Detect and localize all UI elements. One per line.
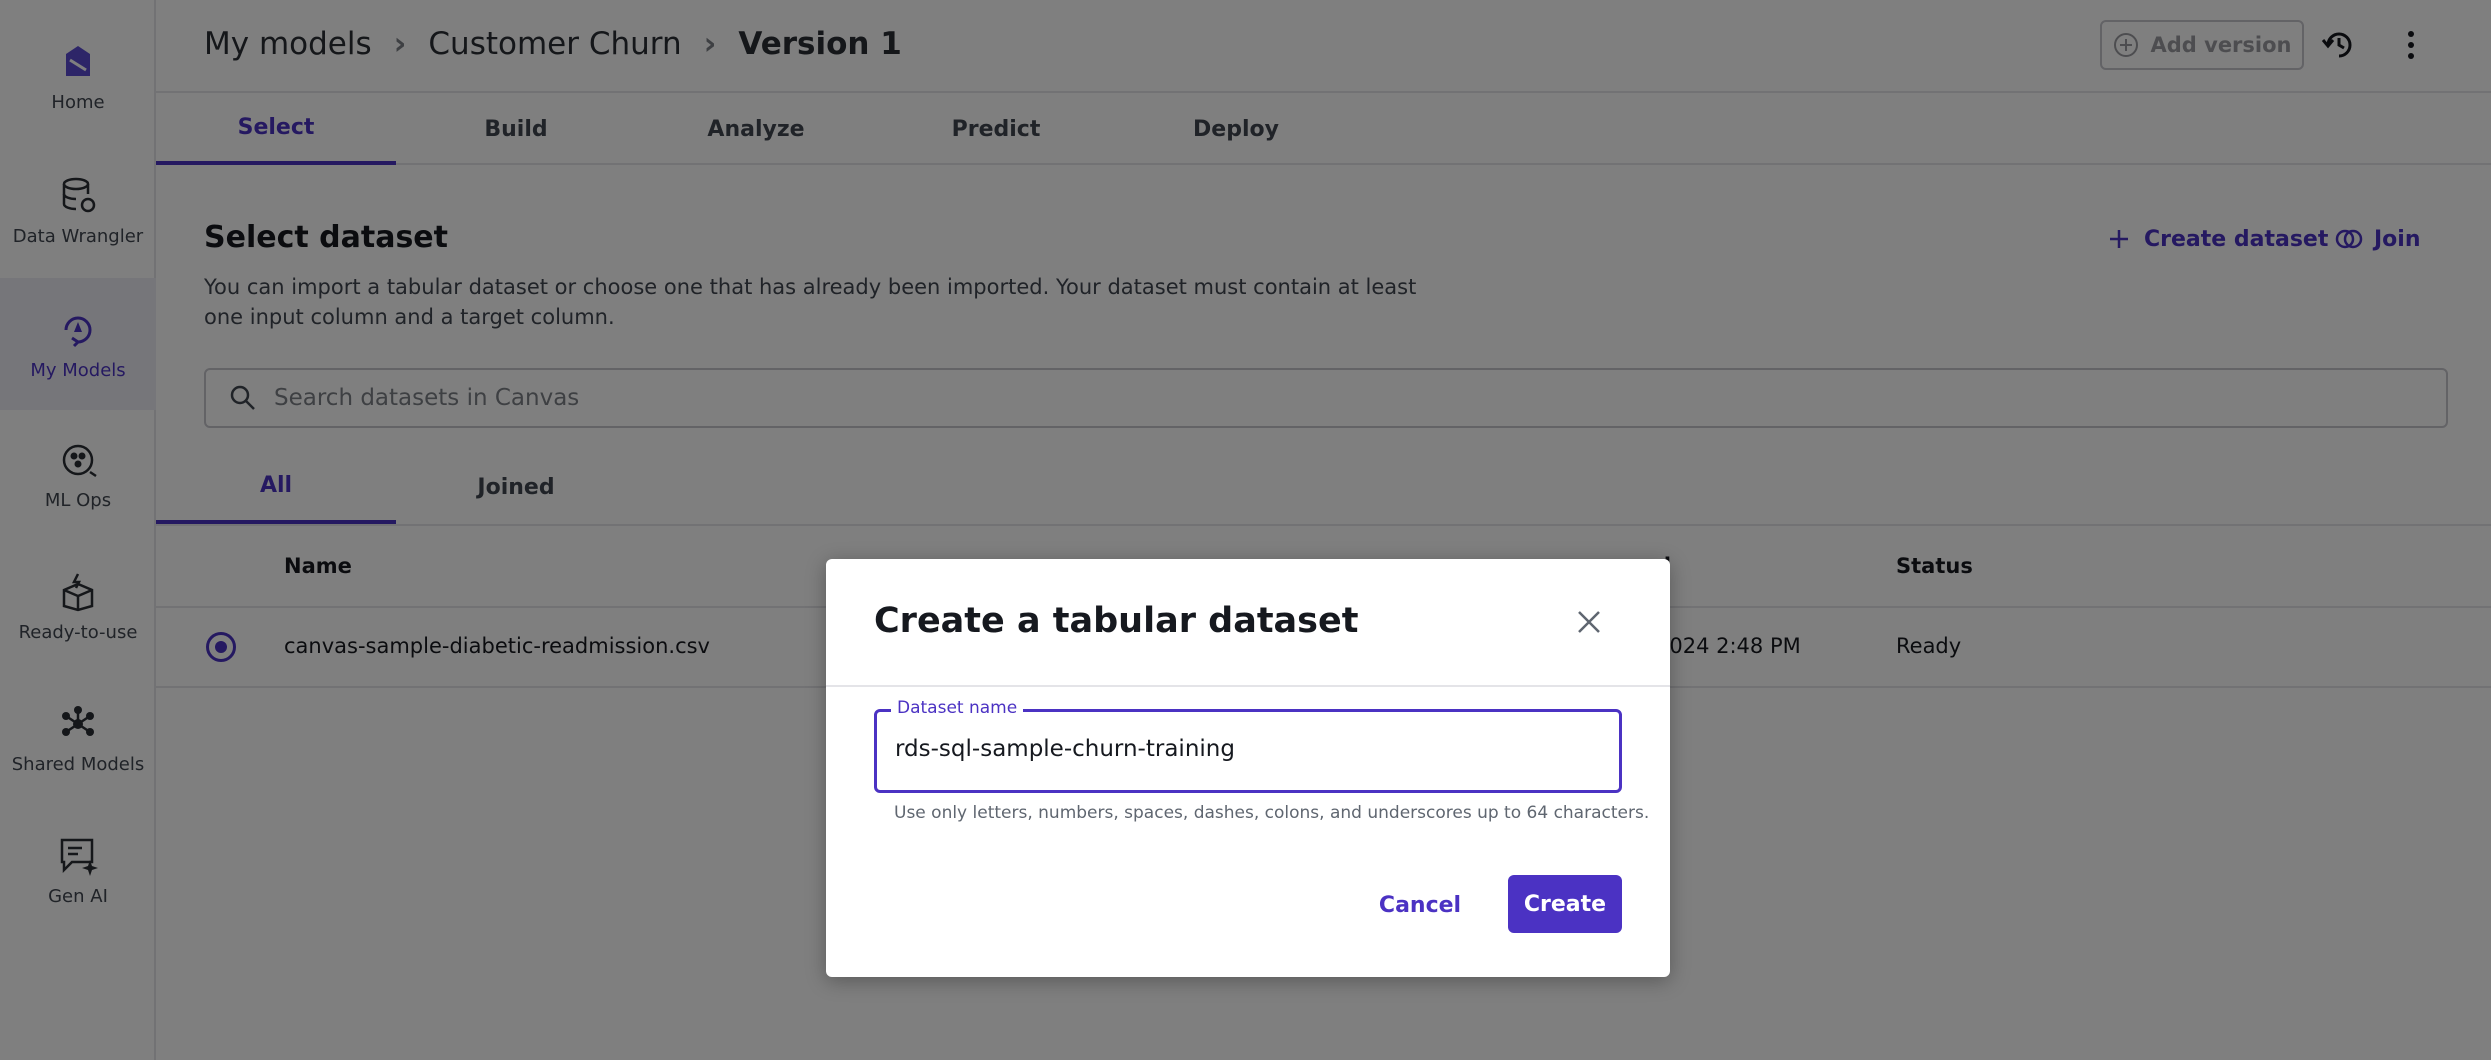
cancel-button[interactable]: Cancel — [1366, 877, 1474, 933]
modal-divider — [826, 685, 1670, 687]
create-dataset-modal: Create a tabular dataset Dataset name Us… — [826, 559, 1670, 977]
modal-title: Create a tabular dataset — [874, 601, 1359, 641]
dataset-name-helper: Use only letters, numbers, spaces, dashe… — [894, 803, 1650, 823]
create-button[interactable]: Create — [1508, 875, 1622, 933]
dataset-name-input[interactable] — [895, 736, 1595, 762]
close-button[interactable] — [1568, 601, 1610, 643]
dataset-name-label: Dataset name — [891, 698, 1024, 718]
dataset-name-field: Dataset name — [874, 698, 1622, 793]
close-icon — [1578, 611, 1600, 633]
